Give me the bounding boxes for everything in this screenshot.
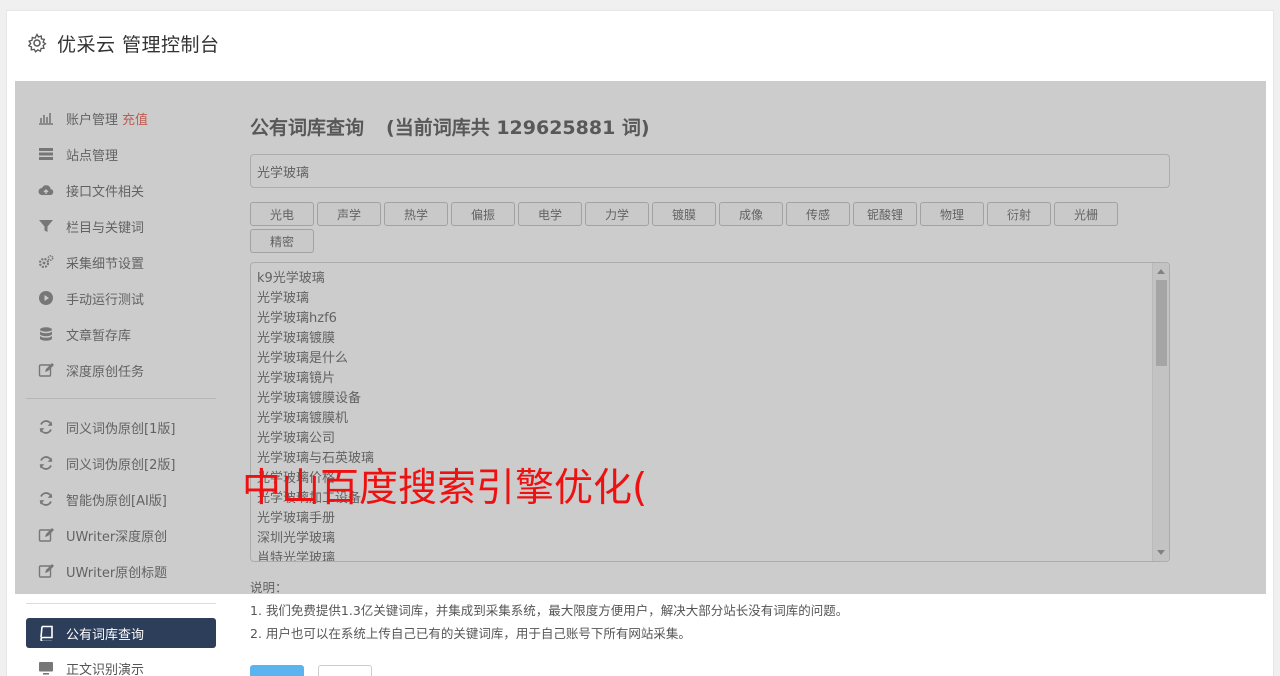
results-textarea[interactable]: k9光学玻璃 光学玻璃 光学玻璃hzf6 光学玻璃镀膜 光学玻璃是什么 光学玻璃… — [250, 262, 1170, 562]
sidebar-item-collect-settings[interactable]: 采集细节设置 — [26, 244, 216, 280]
edit-icon — [38, 527, 54, 543]
sidebar-item-label: 文章暂存库 — [66, 328, 132, 344]
tag-button[interactable]: 精密 — [250, 229, 314, 253]
tag-button[interactable]: 热学 — [384, 202, 448, 226]
sidebar-item-article-store[interactable]: 文章暂存库 — [26, 316, 216, 352]
lexicon-count: (当前词库共 129625881 词) — [386, 117, 650, 139]
sidebar-item-label: 栏目与关键词 — [66, 220, 145, 236]
refresh-icon — [38, 491, 54, 507]
list-item: 光学玻璃是什么 — [257, 351, 349, 366]
sidebar-item-text-recognition[interactable]: 正文识别演示 — [26, 650, 216, 676]
recharge-link[interactable]: 充值 — [122, 109, 148, 128]
tag-button[interactable]: 光电 — [250, 202, 314, 226]
result-list: k9光学玻璃 光学玻璃 光学玻璃hzf6 光学玻璃镀膜 光学玻璃是什么 光学玻璃… — [251, 263, 1169, 562]
sidebar-item-columns[interactable]: 栏目与关键词 — [26, 208, 216, 244]
header-bar: 优采云 管理控制台 — [6, 10, 1274, 81]
edit-icon — [38, 362, 54, 378]
action-buttons: 查询 清空 — [250, 665, 1170, 676]
sidebar-item-label: 同义词伪原创[2版] — [66, 457, 176, 473]
sidebar-item-label: 智能伪原创[AI版] — [66, 493, 167, 509]
tag-button[interactable]: 声学 — [317, 202, 381, 226]
clear-button[interactable]: 清空 — [318, 665, 372, 676]
sidebar-item-synonym-v1[interactable]: 同义词伪原创[1版] — [26, 409, 216, 445]
page-title: 公有词库查询 (当前词库共 129625881 词) — [250, 113, 1170, 140]
cogs-icon — [38, 254, 54, 270]
sidebar-item-account[interactable]: 账户管理 充值 — [26, 100, 216, 136]
sidebar-item-label: 采集细节设置 — [66, 256, 145, 272]
list-item: 光学玻璃 — [257, 291, 310, 306]
sidebar-item-label: 同义词伪原创[1版] — [66, 421, 176, 437]
server-icon — [38, 146, 54, 162]
sidebar-item-label: 手动运行测试 — [66, 292, 145, 308]
sidebar-item-label: 站点管理 — [66, 148, 119, 164]
query-button[interactable]: 查询 — [250, 665, 304, 676]
notes-title: 说明： — [250, 580, 288, 595]
tag-button[interactable]: 镀膜 — [652, 202, 716, 226]
list-item: k9光学玻璃 — [257, 271, 325, 286]
tag-button[interactable]: 传感 — [786, 202, 850, 226]
tag-button[interactable]: 光栅 — [1054, 202, 1118, 226]
database-icon — [38, 326, 54, 342]
tag-button[interactable]: 衍射 — [987, 202, 1051, 226]
scroll-up-icon[interactable] — [1157, 269, 1165, 274]
sidebar: 账户管理 充值 站点管理 接口文件相关 栏目与关键词 采集细节设置 手动运行测试… — [26, 100, 216, 676]
sidebar-item-public-lexicon[interactable]: 公有词库查询 — [26, 618, 216, 648]
gear-icon — [27, 33, 47, 53]
page-title-text: 公有词库查询 — [250, 117, 365, 139]
tag-list: 光电 声学 热学 偏振 电学 力学 镀膜 成像 传感 铌酸锂 物理 衍射 光栅 … — [250, 202, 1170, 256]
list-item: 光学玻璃镜片 — [257, 371, 336, 386]
scroll-down-icon[interactable] — [1157, 550, 1165, 555]
list-item: 光学玻璃hzf6 — [257, 311, 337, 326]
book-icon — [38, 625, 54, 641]
main-content: 公有词库查询 (当前词库共 129625881 词) 光学玻璃 光电 声学 热学 … — [250, 100, 1170, 676]
list-item: 光学玻璃镀膜设备 — [257, 391, 362, 406]
sidebar-item-label: 正文识别演示 — [66, 662, 145, 676]
sidebar-item-label: 深度原创任务 — [66, 364, 145, 380]
bar-chart-icon — [38, 110, 54, 126]
tag-button[interactable]: 偏振 — [451, 202, 515, 226]
sidebar-item-label: 公有词库查询 — [66, 627, 145, 643]
sidebar-item-interface[interactable]: 接口文件相关 — [26, 172, 216, 208]
edit-icon — [38, 563, 54, 579]
filter-icon — [38, 218, 54, 234]
sidebar-item-synonym-v2[interactable]: 同义词伪原创[2版] — [26, 445, 216, 481]
list-item: 光学玻璃公司 — [257, 431, 336, 446]
notes: 说明： 1. 我们免费提供1.3亿关键词库，并集成到采集系统，最大限度方便用户，… — [250, 576, 1170, 645]
tag-button[interactable]: 电学 — [518, 202, 582, 226]
note-line: 1. 我们免费提供1.3亿关键词库，并集成到采集系统，最大限度方便用户，解决大部… — [250, 603, 849, 618]
sidebar-divider — [26, 603, 216, 604]
sidebar-item-ai-rewrite[interactable]: 智能伪原创[AI版] — [26, 481, 216, 517]
sidebar-item-label: 接口文件相关 — [66, 184, 145, 200]
scroll-thumb[interactable] — [1156, 280, 1167, 366]
sidebar-divider — [26, 398, 216, 399]
sidebar-item-deep-original[interactable]: 深度原创任务 — [26, 352, 216, 388]
sidebar-item-label: 账户管理 — [66, 112, 119, 128]
list-item: 深圳光学玻璃 — [257, 531, 336, 546]
note-line: 2. 用户也可以在系统上传自己已有的关键词库，用于自己账号下所有网站采集。 — [250, 626, 691, 641]
cloud-upload-icon — [38, 182, 54, 198]
play-circle-icon — [38, 290, 54, 306]
scrollbar[interactable] — [1152, 263, 1169, 561]
list-item: 肖特光学玻璃 — [257, 551, 336, 562]
sidebar-item-label: UWriter深度原创 — [66, 529, 168, 545]
overlay-watermark-text: 中山百度搜索引擎优化( — [242, 466, 648, 511]
list-item: 光学玻璃镀膜机 — [257, 411, 349, 426]
sidebar-item-uwriter-title[interactable]: UWriter原创标题 — [26, 553, 216, 589]
sidebar-item-label: UWriter原创标题 — [66, 565, 168, 581]
sidebar-item-sites[interactable]: 站点管理 — [26, 136, 216, 172]
sidebar-item-uwriter-deep[interactable]: UWriter深度原创 — [26, 517, 216, 553]
refresh-icon — [38, 419, 54, 435]
sidebar-item-manual-run[interactable]: 手动运行测试 — [26, 280, 216, 316]
refresh-icon — [38, 455, 54, 471]
tag-button[interactable]: 力学 — [585, 202, 649, 226]
tag-button[interactable]: 物理 — [920, 202, 984, 226]
monitor-icon — [38, 660, 54, 676]
list-item: 光学玻璃镀膜 — [257, 331, 336, 346]
tag-button[interactable]: 铌酸锂 — [853, 202, 917, 226]
search-input[interactable]: 光学玻璃 — [250, 154, 1170, 188]
app-title: 优采云 管理控制台 — [57, 34, 220, 56]
tag-button[interactable]: 成像 — [719, 202, 783, 226]
